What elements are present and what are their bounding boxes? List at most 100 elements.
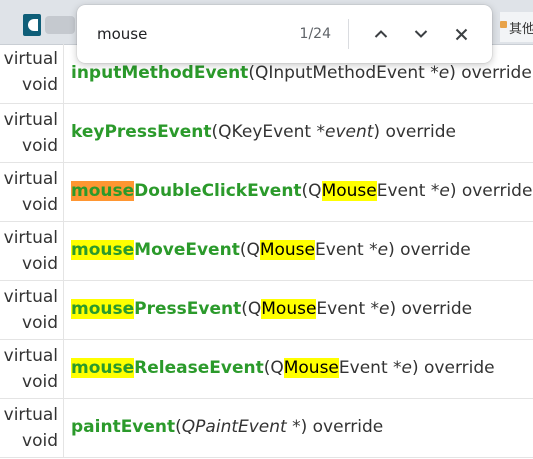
search-match: mouse xyxy=(71,240,135,260)
signature-suffix: ) override xyxy=(389,299,473,319)
signature-suffix: ) override xyxy=(411,358,495,378)
function-signature: keyPressEvent(QKeyEvent *event) override xyxy=(71,120,456,144)
param-type: QKeyEvent * xyxy=(218,122,325,142)
chevron-up-icon xyxy=(374,30,388,38)
signature-suffix: ) override xyxy=(449,181,533,201)
search-match: Mouse xyxy=(283,358,339,378)
column-divider xyxy=(63,221,64,280)
param-name: e xyxy=(401,358,412,378)
signature-suffix: ) override xyxy=(373,122,457,142)
function-name[interactable]: ReleaseEvent xyxy=(134,358,264,378)
signature-suffix: ) override xyxy=(388,240,471,260)
function-signature: mouseMoveEvent(QMouseEvent *e) override xyxy=(71,238,471,262)
table-row: virtual void mouseReleaseEvent(QMouseEve… xyxy=(0,339,533,399)
return-type-name: void xyxy=(22,313,58,333)
return-type-name: void xyxy=(22,431,58,451)
column-divider xyxy=(63,339,64,398)
function-signature: paintEvent(QPaintEvent *) override xyxy=(71,415,383,439)
function-name[interactable]: DoubleClickEvent xyxy=(134,181,301,201)
param-type: Event * xyxy=(316,299,380,319)
find-divider xyxy=(348,19,349,49)
function-name-link[interactable]: mouseReleaseEvent xyxy=(71,358,264,378)
return-qualifier: virtual xyxy=(3,405,58,425)
param-open: ( xyxy=(248,63,255,83)
return-type: virtual void xyxy=(0,402,58,454)
function-name-link[interactable]: inputMethodEvent xyxy=(71,63,248,83)
return-type: virtual void xyxy=(0,107,58,159)
return-type-name: void xyxy=(22,195,58,215)
return-qualifier: virtual xyxy=(3,228,58,248)
search-match: Mouse xyxy=(261,299,317,319)
param-name: e xyxy=(439,181,450,201)
return-qualifier: virtual xyxy=(3,169,58,189)
param-name: event xyxy=(324,122,374,142)
param-open: (Q xyxy=(241,299,262,319)
table-row: virtual void mouseMoveEvent(QMouseEvent … xyxy=(0,221,533,281)
function-name-link[interactable]: mousePressEvent xyxy=(71,299,241,319)
param-open: (Q xyxy=(263,358,284,378)
return-qualifier: virtual xyxy=(3,346,58,366)
site-favicon-icon[interactable] xyxy=(23,14,41,36)
bookmark-folder-label: 其他 xyxy=(509,22,533,37)
return-type: virtual void xyxy=(0,284,58,336)
column-divider xyxy=(63,162,64,221)
param-name: e xyxy=(377,240,389,260)
return-type-name: void xyxy=(22,136,58,156)
find-close-button[interactable] xyxy=(446,20,476,48)
return-qualifier: virtual xyxy=(3,110,58,130)
function-name[interactable]: PressEvent xyxy=(134,299,241,319)
function-name[interactable]: paintEvent xyxy=(71,417,175,437)
search-match: mouse xyxy=(71,358,135,378)
folder-icon xyxy=(500,21,507,28)
return-type: virtual void xyxy=(0,46,58,98)
function-signature: mouseReleaseEvent(QMouseEvent *e) overri… xyxy=(71,356,495,380)
function-name[interactable]: inputMethodEvent xyxy=(71,63,248,83)
blurred-tab-title[interactable] xyxy=(45,16,75,34)
current-search-match: mouse xyxy=(71,181,135,201)
return-type: virtual void xyxy=(0,166,58,218)
table-row: virtual void mouseDoubleClickEvent(QMous… xyxy=(0,162,533,222)
column-divider xyxy=(63,44,64,103)
function-signature: inputMethodEvent(QInputMethodEvent *e) o… xyxy=(71,61,532,85)
find-previous-button[interactable] xyxy=(366,20,396,48)
return-type: virtual void xyxy=(0,343,58,395)
param-type: QInputMethodEvent * xyxy=(254,63,439,83)
return-qualifier: virtual xyxy=(3,287,58,307)
return-type-name: void xyxy=(22,254,58,274)
function-name[interactable]: keyPressEvent xyxy=(71,122,212,142)
table-row: virtual void mousePressEvent(QMouseEvent… xyxy=(0,280,533,340)
function-name-link[interactable]: mouseDoubleClickEvent xyxy=(71,181,302,201)
return-type-name: void xyxy=(22,372,58,392)
return-type: virtual void xyxy=(0,225,58,277)
param-type: Event * xyxy=(338,358,402,378)
param-name: e xyxy=(438,63,450,83)
column-divider xyxy=(63,280,64,339)
function-name-link[interactable]: mouseMoveEvent xyxy=(71,240,240,260)
find-in-page-bar: 1/24 xyxy=(77,5,492,63)
param-open: (Q xyxy=(301,181,322,201)
search-match: Mouse xyxy=(321,181,377,201)
bookmark-folder-other[interactable]: 其他 xyxy=(500,12,533,42)
param-type: Event * xyxy=(376,181,440,201)
function-name[interactable]: MoveEvent xyxy=(134,240,240,260)
table-row: virtual void keyPressEvent(QKeyEvent *ev… xyxy=(0,103,533,163)
param-open: (Q xyxy=(239,240,260,260)
find-next-button[interactable] xyxy=(406,20,436,48)
find-input[interactable] xyxy=(97,22,287,46)
return-type-name: void xyxy=(22,75,58,95)
function-signature: mousePressEvent(QMouseEvent *e) override xyxy=(71,297,472,321)
signature-suffix: *) override xyxy=(286,417,384,437)
signature-suffix: ) override xyxy=(449,63,532,83)
function-signature: mouseDoubleClickEvent(QMouseEvent *e) ov… xyxy=(71,179,532,203)
function-name-link[interactable]: keyPressEvent xyxy=(71,122,212,142)
param-type: QPaintEvent xyxy=(181,417,287,437)
column-divider xyxy=(63,398,64,457)
table-row: virtual void paintEvent(QPaintEvent *) o… xyxy=(0,398,533,458)
function-name-link[interactable]: paintEvent xyxy=(71,417,175,437)
search-match: Mouse xyxy=(259,240,316,260)
param-open: ( xyxy=(175,417,182,437)
param-type: Event * xyxy=(315,240,378,260)
param-name: e xyxy=(379,299,390,319)
return-qualifier: virtual xyxy=(3,49,58,69)
search-match: mouse xyxy=(71,299,135,319)
